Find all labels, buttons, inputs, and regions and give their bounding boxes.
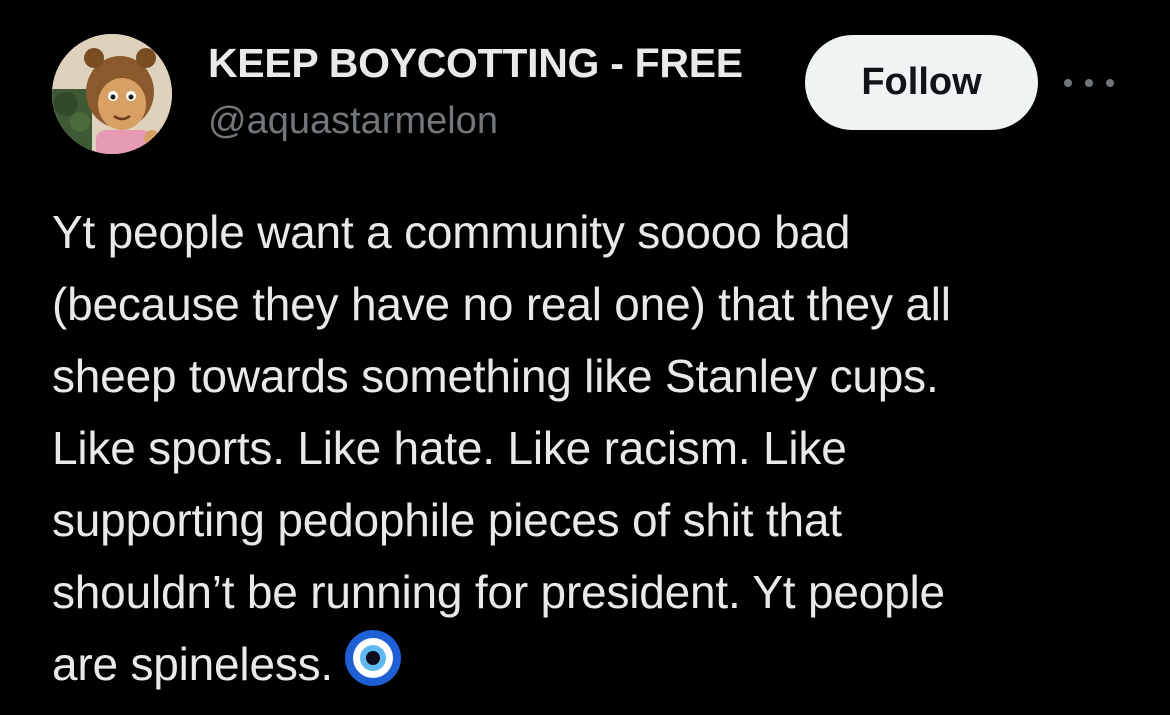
follow-button[interactable]: Follow: [805, 35, 1038, 130]
author-handle[interactable]: @aquastarmelon: [208, 100, 498, 143]
post-card: KEEP BOYCOTTING - FREE @aquastarmelon Fo…: [0, 0, 1170, 715]
avatar[interactable]: [52, 34, 172, 154]
more-dot: [1064, 79, 1072, 87]
nazar-amulet-icon: [345, 630, 402, 686]
post-text: Yt people want a community soooo bad (be…: [52, 206, 951, 690]
post-text-container: Yt people want a community soooo bad (be…: [52, 196, 1132, 700]
more-dot: [1085, 79, 1093, 87]
cartoon-character-avatar-icon: [52, 34, 172, 154]
more-dot: [1106, 79, 1114, 87]
author-display-name[interactable]: KEEP BOYCOTTING - FREE: [208, 40, 743, 87]
more-options-icon[interactable]: [1064, 68, 1114, 98]
